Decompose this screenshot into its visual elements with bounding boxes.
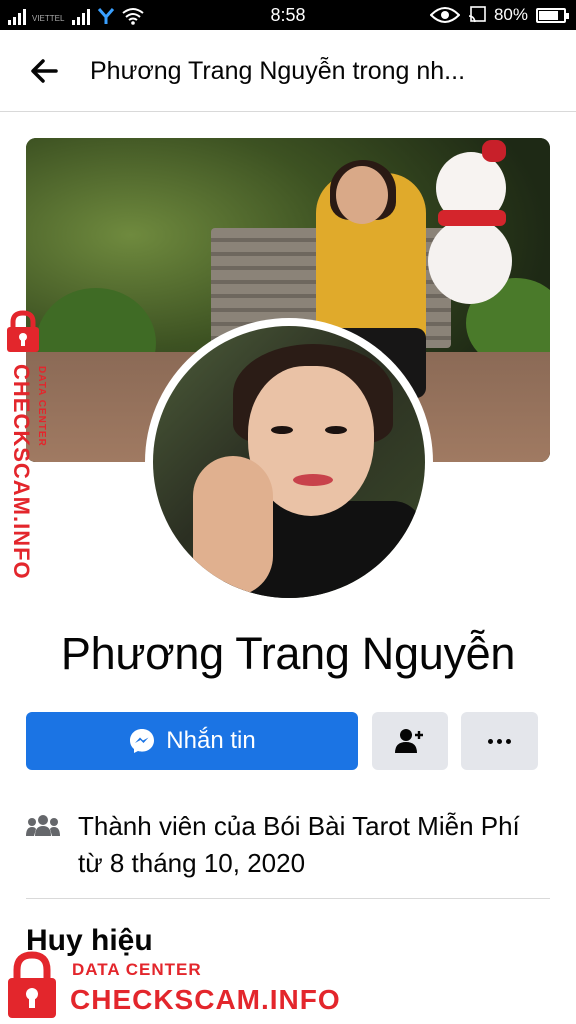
watermark-bottom: DATA CENTER CHECKSCAM.INFO [0, 946, 380, 1024]
avatar-eye [325, 426, 347, 434]
cover-snowman-antler [482, 140, 506, 162]
group-members-icon [26, 815, 60, 836]
lock-icon [7, 310, 39, 352]
page-title: Phương Trang Nguyễn trong nh... [90, 57, 466, 85]
watermark-side-main: CHECKSCAM.INFO [9, 364, 34, 580]
add-friend-icon [395, 729, 423, 753]
watermark-bottom-main: CHECKSCAM.INFO [70, 984, 341, 1015]
eye-icon [429, 7, 460, 23]
membership-text: Thành viên của Bói Bài Tarot Miễn Phí từ… [78, 811, 520, 878]
watermark-bottom-sub: DATA CENTER [72, 960, 202, 979]
message-button[interactable]: Nhắn tin [26, 712, 358, 770]
avatar-photo [153, 326, 425, 598]
cover-snowman-body [428, 218, 512, 304]
section-divider [26, 898, 550, 899]
back-arrow-icon[interactable] [26, 54, 66, 88]
watermark-side: CHECKSCAM.INFO DATA CENTER [0, 310, 60, 590]
more-options-button[interactable] [461, 712, 538, 770]
watermark-side-sub: DATA CENTER [36, 366, 47, 447]
messenger-icon [130, 729, 155, 753]
avatar-lips [293, 474, 333, 486]
battery-percent: 80% [493, 5, 528, 24]
add-friend-button[interactable] [372, 712, 448, 770]
avatar-arm [193, 456, 273, 596]
cover-person-face [336, 166, 388, 224]
cover-snowman-scarf [438, 210, 506, 226]
status-right: 80% [429, 5, 569, 25]
message-button-label: Nhắn tin [166, 727, 256, 754]
lock-icon [8, 951, 56, 1018]
profile-name: Phương Trang Nguyễn [60, 628, 516, 679]
more-dots-icon [488, 738, 511, 744]
cast-icon [468, 6, 486, 23]
battery-icon [536, 7, 569, 23]
avatar-eye [271, 426, 293, 434]
top-app-bar: Phương Trang Nguyễn trong nh... [0, 30, 576, 112]
status-bar: VIETTEL 8:58 80% [0, 0, 576, 30]
battery-fill [539, 10, 558, 20]
profile-avatar[interactable] [145, 318, 433, 606]
